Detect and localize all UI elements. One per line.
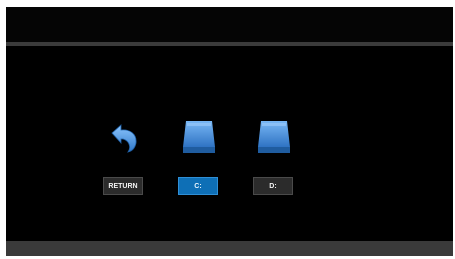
return-arrow-icon [111, 124, 137, 153]
drive-icon [258, 121, 290, 153]
return-label: RETURN [103, 177, 143, 195]
drive-c-label: C: [178, 177, 218, 195]
bottom-bar [6, 241, 453, 256]
drive-d-button[interactable]: D: [244, 117, 304, 202]
drive-icon [183, 121, 215, 153]
return-button[interactable]: RETURN [94, 117, 154, 202]
drive-d-label: D: [253, 177, 293, 195]
top-bar [6, 7, 453, 42]
top-divider [6, 42, 453, 46]
screen: RETURN C: D: [6, 7, 453, 256]
drive-c-button[interactable]: C: [169, 117, 229, 202]
